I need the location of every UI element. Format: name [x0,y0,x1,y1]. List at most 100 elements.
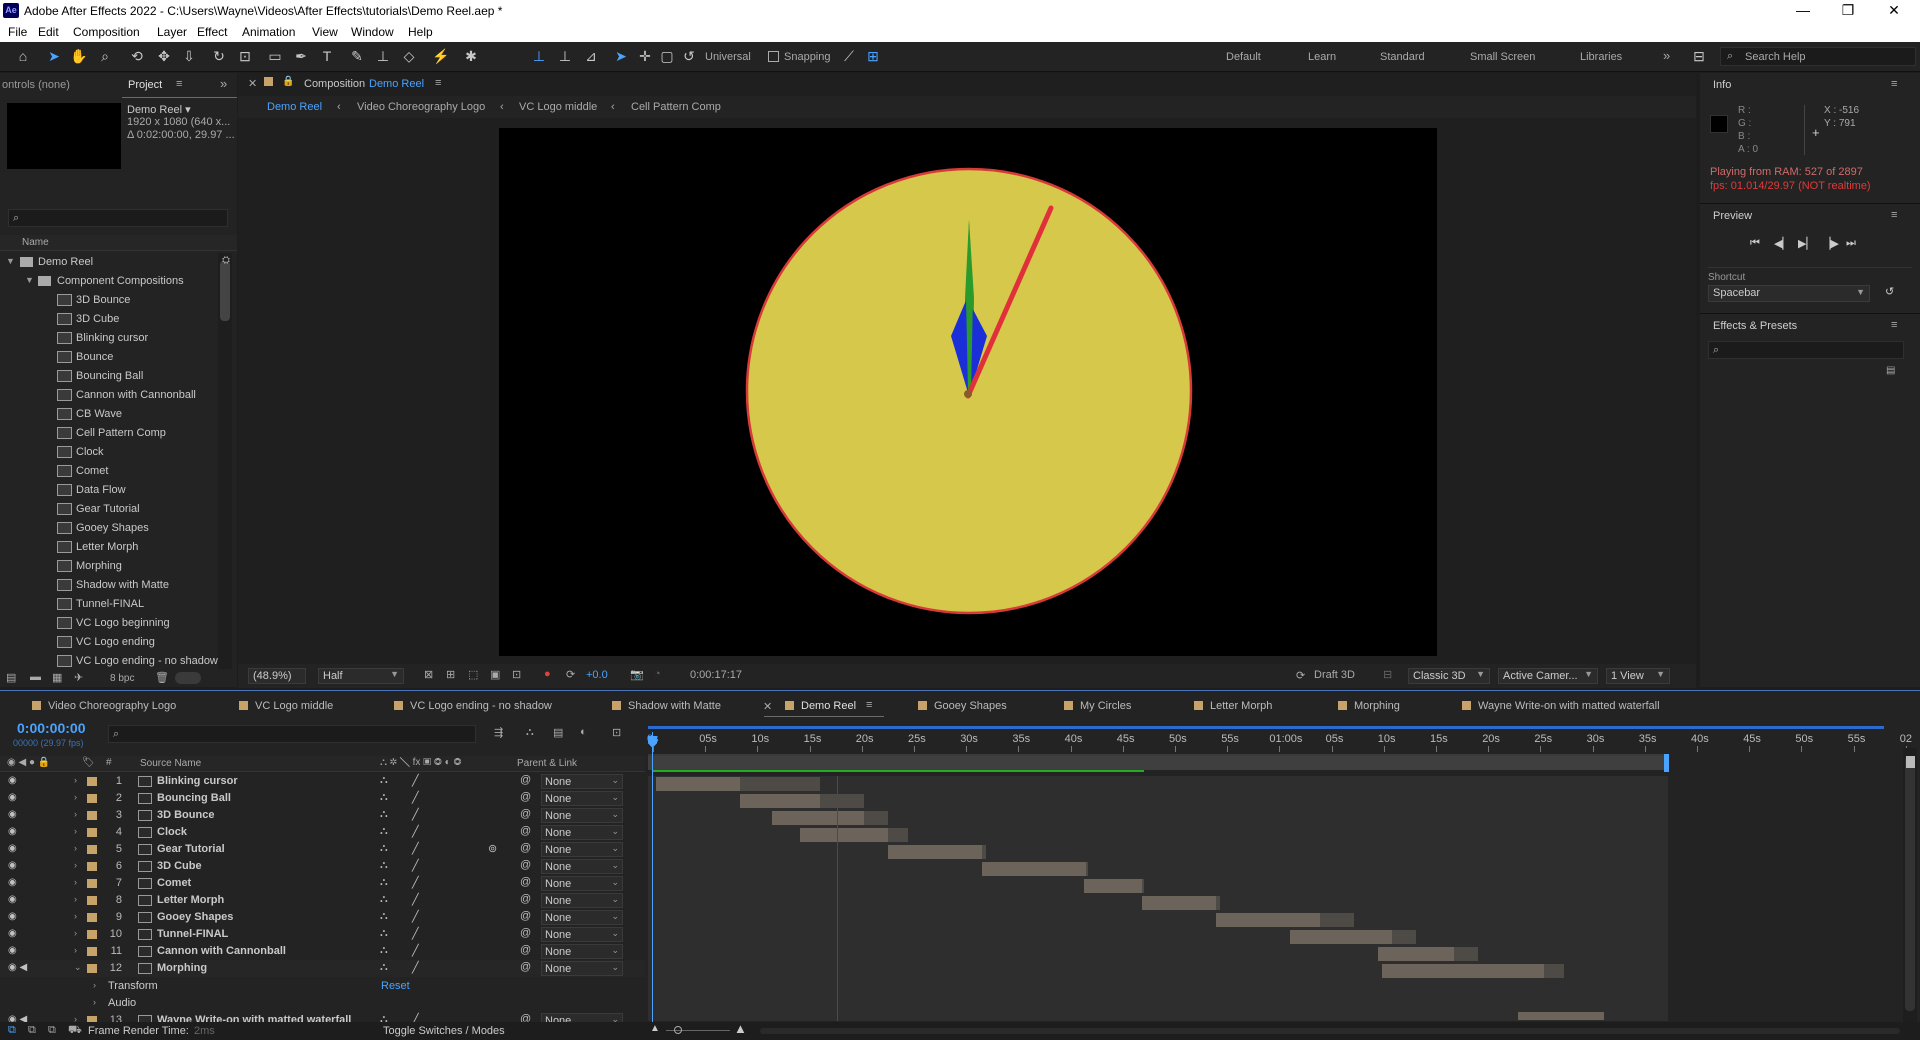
layer-row[interactable]: ◉ › 11 Cannon with Cannonball ⛬ ╱ @ None ⌄ [0,943,645,960]
dolly-camera-icon[interactable]: ⇩ [180,47,198,65]
maximize-button[interactable]: ❐ [1838,2,1858,19]
search-help-field[interactable]: ⌕ Search Help [1720,47,1916,66]
project-item[interactable]: Shadow with Matte [0,576,220,595]
project-item[interactable]: 3D Bounce [0,291,220,310]
comp-marker-bin-icon[interactable] [1906,756,1915,768]
visibility-eye-icon[interactable]: ◉ [8,928,17,939]
layer-name[interactable]: Bouncing Ball [157,792,231,804]
collapse-transform-icon[interactable]: ⛬ [380,944,388,957]
layer-duration-bar[interactable] [772,811,864,825]
magnification-dropdown[interactable]: (48.9%) [248,668,306,684]
timeline-tab-wayne-write-on[interactable]: Wayne Write-on with matted waterfall [1462,700,1660,712]
layer-label-color[interactable] [87,828,97,837]
breadcrumb-video-choreography-logo[interactable]: Video Choreography Logo [357,101,485,113]
pan-behind-icon[interactable]: ⊡ [236,47,254,65]
quality-switch-icon[interactable]: ╱ [412,842,419,855]
disclosure-icon[interactable]: › [93,997,96,1007]
disclosure-icon[interactable]: › [93,980,96,990]
parent-link-header[interactable]: Parent & Link [517,758,577,769]
quality-switch-icon[interactable]: ╱ [412,859,419,872]
transparency-grid-icon[interactable]: ⊞ [446,668,455,681]
timeline-tab-demo-reel[interactable]: Demo Reel [785,700,856,712]
draft-3d-icon[interactable]: ⛬ [526,726,534,739]
motion-blur-icon[interactable]: ⊚ [488,842,497,855]
info-title[interactable]: Info [1713,79,1731,91]
layer-label-color[interactable] [87,862,97,871]
layer-duration-bar[interactable] [982,862,1086,876]
layer-row[interactable]: ◉ › 6 3D Cube ⛬ ╱ @ None ⌄ [0,858,645,875]
move-icon[interactable]: ✛ [636,47,654,65]
layer-row[interactable]: ◉ › 10 Tunnel-FINAL ⛬ ╱ @ None ⌄ [0,926,645,943]
visibility-eye-icon[interactable]: ◉ [8,826,17,837]
render-queue-icon[interactable]: ✈ [74,671,83,684]
region-of-interest-icon[interactable]: ▣ [490,668,500,681]
menu-edit[interactable]: Edit [38,25,59,39]
timeline-scrollbar[interactable] [1903,748,1917,1038]
layer-label-color[interactable] [87,947,97,956]
project-item[interactable]: Gooey Shapes [0,519,220,538]
disclosure-icon[interactable]: ▼ [25,275,34,285]
close-tab-icon[interactable]: ✕ [763,700,772,713]
parent-dropdown[interactable]: None ⌄ [541,944,623,959]
eraser-tool-icon[interactable]: ◇ [400,47,418,65]
pickwhip-icon[interactable]: @ [520,842,531,854]
workspace-default[interactable]: Default [1226,51,1261,63]
quality-switch-icon[interactable]: ╱ [412,825,419,838]
preview-title[interactable]: Preview [1713,210,1752,222]
project-search-input[interactable]: ⌕ [8,209,228,227]
layer-name[interactable]: Tunnel-FINAL [157,928,228,940]
visibility-eye-icon[interactable]: ◉ [8,911,17,922]
previous-frame-icon[interactable]: ◀▏ [1774,237,1791,250]
roto-brush-icon[interactable]: ⚡ [432,47,450,65]
disclosure-icon[interactable]: › [74,843,77,853]
menu-composition[interactable]: Composition [73,25,140,39]
collapse-transform-icon[interactable]: ⛬ [380,774,388,787]
project-scroll-thumb[interactable] [220,261,230,321]
quality-switch-icon[interactable]: ╱ [412,927,419,940]
layer-name[interactable]: 3D Cube [157,860,202,872]
collapse-transform-icon[interactable]: ⛬ [380,842,388,855]
layer-duration-bar[interactable] [656,777,740,791]
new-preset-icon[interactable]: ▤ [1886,365,1895,376]
pickwhip-icon[interactable]: @ [520,859,531,871]
quality-switch-icon[interactable]: ╱ [412,808,419,821]
comp-viewer[interactable] [499,128,1437,656]
parent-dropdown[interactable]: None ⌄ [541,808,623,823]
comp-mini-flowchart-icon[interactable]: ⇶ [494,726,503,739]
fast-previews-icon[interactable]: ⊠ [424,668,433,681]
layer-label-color[interactable] [87,896,97,905]
project-item[interactable]: Comet [0,462,220,481]
camera-dropdown[interactable]: Active Camer... ▼ [1498,668,1598,684]
collapse-transform-icon[interactable]: ⛬ [380,910,388,923]
layer-label-color[interactable] [87,794,97,803]
parent-dropdown[interactable]: None ⌄ [541,910,623,925]
workspace-standard[interactable]: Standard [1380,51,1425,63]
layer-name[interactable]: Blinking cursor [157,775,238,787]
layer-duration-bar[interactable] [1216,913,1320,927]
home-icon[interactable]: ⌂ [14,47,32,65]
project-item[interactable]: Cannon with Cannonball [0,386,220,405]
navigator-bar[interactable] [648,724,1901,730]
zoom-out-icon[interactable]: ▲ [650,1023,660,1034]
comp-menu-icon[interactable]: ≡ [435,77,441,89]
layer-name[interactable]: Cannon with Cannonball [157,945,286,957]
pickwhip-icon[interactable]: @ [520,774,531,786]
workspace-small-screen[interactable]: Small Screen [1470,51,1535,63]
pickwhip-icon[interactable]: @ [520,791,531,803]
collapse-transform-icon[interactable]: ⛬ [380,927,388,940]
layer-row[interactable]: ◉ › 1 Blinking cursor ⛬ ╱ @ None ⌄ [0,773,645,790]
layer-row[interactable]: ◉ › 9 Gooey Shapes ⛬ ╱ @ None ⌄ [0,909,645,926]
timeline-tab-gooey-shapes[interactable]: Gooey Shapes [918,700,1007,712]
project-item[interactable]: Bouncing Ball [0,367,220,386]
world-axis-icon[interactable]: ⊥ [556,47,574,65]
parent-dropdown[interactable]: None ⌄ [541,842,623,857]
orbit-camera-icon[interactable]: ⟲ [128,47,146,65]
menu-help[interactable]: Help [408,25,433,39]
pickwhip-icon[interactable]: @ [520,825,531,837]
render-time-icon[interactable]: ⛟ [68,1024,82,1038]
menu-window[interactable]: Window [351,25,394,39]
layer-duration-bar[interactable] [888,845,982,859]
collapse-transform-icon[interactable]: ⛬ [380,825,388,838]
project-item[interactable]: Bounce [0,348,220,367]
work-area-end[interactable] [1664,754,1669,772]
